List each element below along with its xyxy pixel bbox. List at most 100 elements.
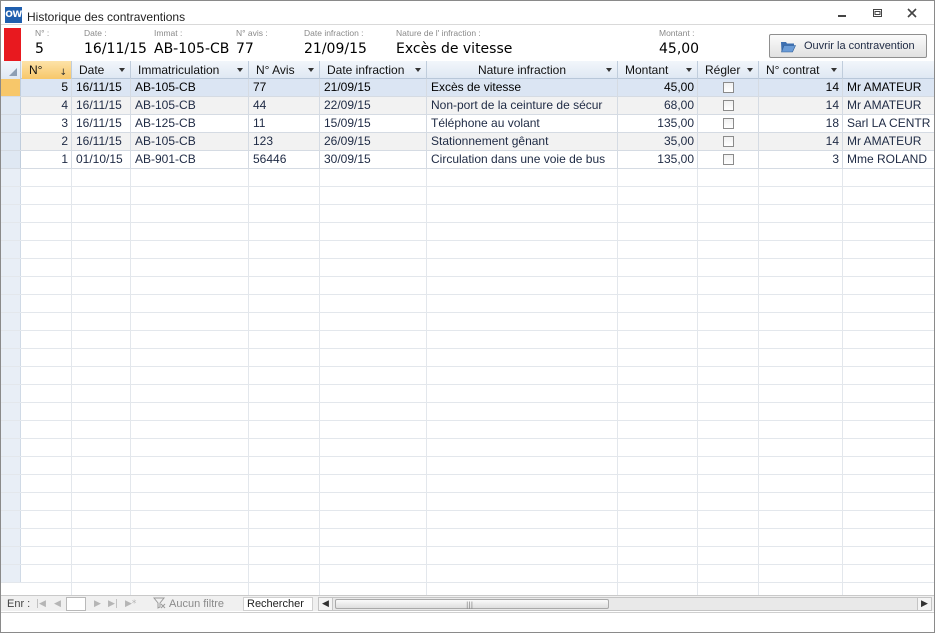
cell-client[interactable]: Mme ROLAND (843, 151, 934, 168)
column-header-avis[interactable]: N° Avis (249, 61, 320, 79)
minimize-icon (838, 15, 846, 17)
cell-date[interactable]: 01/10/15 (72, 151, 131, 168)
column-header-nature[interactable]: Nature infraction (427, 61, 618, 79)
cell-avis[interactable]: 44 (249, 97, 320, 114)
cell-nature[interactable]: Téléphone au volant (427, 115, 618, 132)
cell-contrat[interactable]: 14 (759, 133, 843, 150)
empty-row (1, 439, 934, 457)
cell-immatriculation[interactable]: AB-105-CB (131, 133, 249, 150)
table-row[interactable]: 2 16/11/15 AB-105-CB 123 26/09/15 Statio… (1, 133, 934, 151)
cell-avis[interactable]: 123 (249, 133, 320, 150)
restore-button[interactable] (866, 7, 888, 23)
cell-contrat[interactable]: 18 (759, 115, 843, 132)
table-row[interactable]: 1 01/10/15 AB-901-CB 56446 30/09/15 Circ… (1, 151, 934, 169)
column-header-date-infraction[interactable]: Date infraction (320, 61, 427, 79)
cell-montant[interactable]: 135,00 (618, 151, 698, 168)
column-header-date-label: Date (79, 63, 105, 77)
row-selector[interactable] (1, 133, 21, 150)
column-header-contrat[interactable]: N° contrat (759, 61, 843, 79)
cell-date[interactable]: 16/11/15 (72, 133, 131, 150)
header-value-num: 5 (35, 41, 44, 57)
minimize-button[interactable] (831, 7, 853, 23)
cell-client[interactable]: Sarl LA CENTR (843, 115, 934, 132)
cell-contrat[interactable]: 3 (759, 151, 843, 168)
cell-date-infraction[interactable]: 21/09/15 (320, 79, 427, 96)
last-record-icon[interactable]: ▶| (108, 597, 118, 611)
previous-record-icon[interactable]: ◀ (54, 597, 61, 611)
first-record-icon[interactable]: |◀ (36, 597, 46, 611)
open-contravention-label: Ouvrir la contravention (804, 40, 915, 52)
row-selector[interactable] (1, 151, 21, 168)
cell-client[interactable]: Mr AMATEUR (843, 133, 934, 150)
open-contravention-button[interactable]: Ouvrir la contravention (769, 34, 927, 58)
cell-date-infraction[interactable]: 26/09/15 (320, 133, 427, 150)
cell-montant[interactable]: 45,00 (618, 79, 698, 96)
cell-nature[interactable]: Non-port de la ceinture de sécur (427, 97, 618, 114)
cell-contrat[interactable]: 14 (759, 97, 843, 114)
cell-avis[interactable]: 77 (249, 79, 320, 96)
cell-avis[interactable]: 11 (249, 115, 320, 132)
cell-date[interactable]: 16/11/15 (72, 97, 131, 114)
cell-client[interactable]: Mr AMATEUR (843, 97, 934, 114)
cell-num[interactable]: 4 (22, 97, 72, 114)
column-header-immatriculation[interactable]: Immatriculation (131, 61, 249, 79)
column-header-client[interactable] (843, 61, 934, 79)
cell-immatriculation[interactable]: AB-125-CB (131, 115, 249, 132)
next-record-icon[interactable]: ▶ (94, 597, 101, 611)
cell-date-infraction[interactable]: 30/09/15 (320, 151, 427, 168)
cell-nature[interactable]: Excès de vitesse (427, 79, 618, 96)
search-input[interactable]: Rechercher (243, 597, 313, 611)
regler-checkbox[interactable] (723, 118, 734, 129)
row-selector (1, 169, 21, 186)
header-field-montant: Montant : 45,00 (659, 28, 699, 57)
column-header-date[interactable]: Date (72, 61, 131, 79)
cell-montant[interactable]: 68,00 (618, 97, 698, 114)
empty-row (1, 547, 934, 565)
cell-num[interactable]: 2 (22, 133, 72, 150)
grid-column-line (130, 169, 131, 595)
cell-date[interactable]: 16/11/15 (72, 115, 131, 132)
regler-checkbox[interactable] (723, 100, 734, 111)
record-number-input[interactable] (66, 597, 86, 611)
cell-num[interactable]: 5 (22, 79, 72, 96)
cell-avis[interactable]: 56446 (249, 151, 320, 168)
new-record-icon[interactable]: ▶* (125, 597, 136, 611)
table-row[interactable]: 4 16/11/15 AB-105-CB 44 22/09/15 Non-por… (1, 97, 934, 115)
regler-checkbox[interactable] (723, 136, 734, 147)
cell-num[interactable]: 3 (22, 115, 72, 132)
table-row[interactable]: 3 16/11/15 AB-125-CB 11 15/09/15 Télépho… (1, 115, 934, 133)
grid-column-line (248, 169, 249, 595)
column-header-montant[interactable]: Montant (618, 61, 698, 79)
regler-checkbox[interactable] (723, 82, 734, 93)
cell-montant[interactable]: 35,00 (618, 133, 698, 150)
select-all-button[interactable] (1, 61, 21, 79)
empty-row (1, 565, 934, 583)
row-selector[interactable] (1, 79, 21, 96)
header-field-immat: Immat : AB-105-CB (154, 28, 229, 57)
cell-immatriculation[interactable]: AB-901-CB (131, 151, 249, 168)
scroll-left-button[interactable]: ◀ (319, 598, 333, 610)
cell-nature[interactable]: Circulation dans une voie de bus (427, 151, 618, 168)
column-header-regler[interactable]: Régler (698, 61, 759, 79)
table-row[interactable]: 5 16/11/15 AB-105-CB 77 21/09/15 Excès d… (1, 79, 934, 97)
cell-date-infraction[interactable]: 22/09/15 (320, 97, 427, 114)
scrollbar-thumb[interactable]: ||| (335, 599, 609, 609)
cell-contrat[interactable]: 14 (759, 79, 843, 96)
column-header-num[interactable]: N° ↓ (22, 61, 72, 79)
horizontal-scrollbar[interactable]: ◀ ||| ▶ (318, 597, 932, 611)
filter-status[interactable]: Aucun filtre (169, 597, 224, 611)
cell-montant[interactable]: 135,00 (618, 115, 698, 132)
cell-num[interactable]: 1 (22, 151, 72, 168)
cell-date[interactable]: 16/11/15 (72, 79, 131, 96)
row-selector[interactable] (1, 115, 21, 132)
empty-row (1, 241, 934, 259)
cell-immatriculation[interactable]: AB-105-CB (131, 97, 249, 114)
cell-nature[interactable]: Stationnement gênant (427, 133, 618, 150)
row-selector[interactable] (1, 97, 21, 114)
scroll-right-button[interactable]: ▶ (917, 598, 931, 610)
cell-immatriculation[interactable]: AB-105-CB (131, 79, 249, 96)
regler-checkbox[interactable] (723, 154, 734, 165)
close-button[interactable] (901, 7, 923, 23)
cell-date-infraction[interactable]: 15/09/15 (320, 115, 427, 132)
cell-client[interactable]: Mr AMATEUR (843, 79, 934, 96)
